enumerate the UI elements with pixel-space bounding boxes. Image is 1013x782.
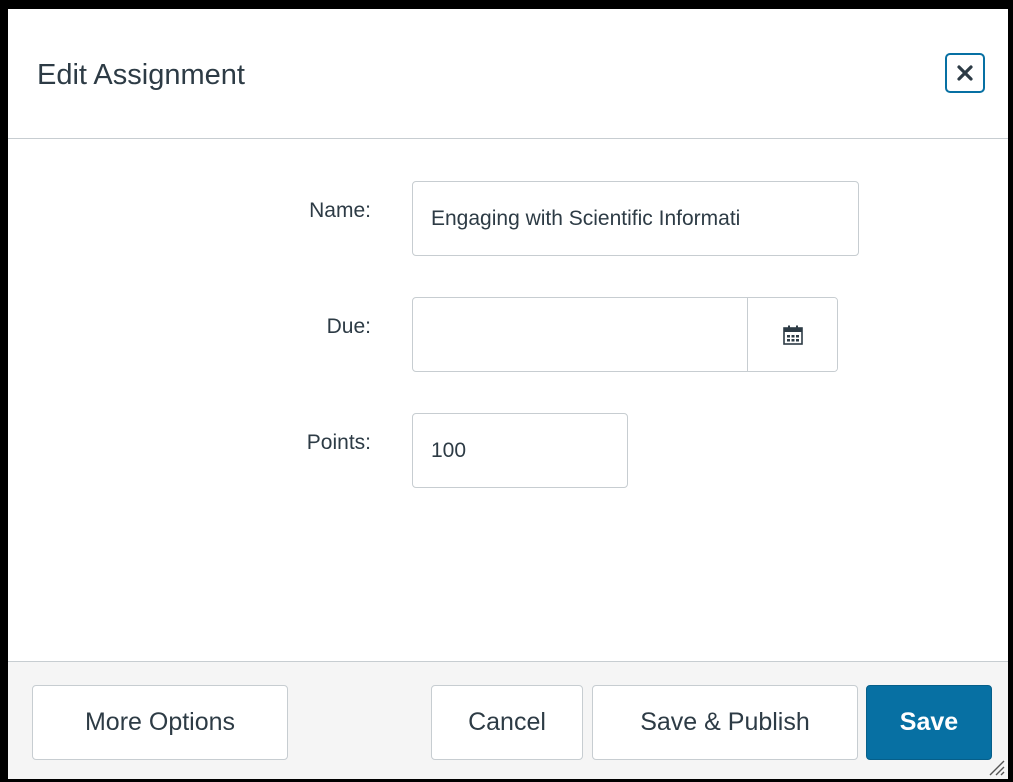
- name-input[interactable]: [412, 181, 859, 256]
- calendar-icon: [782, 325, 803, 345]
- points-input[interactable]: [412, 413, 628, 488]
- dialog-header: Edit Assignment: [8, 9, 1008, 139]
- resize-grip-icon[interactable]: [984, 755, 1006, 777]
- due-label: Due:: [326, 315, 371, 338]
- dialog-title: Edit Assignment: [37, 59, 245, 91]
- points-label: Points:: [306, 431, 371, 454]
- calendar-button[interactable]: [747, 298, 837, 371]
- cancel-button[interactable]: Cancel: [431, 685, 583, 760]
- close-button[interactable]: [945, 53, 985, 93]
- name-label: Name:: [309, 199, 371, 222]
- save-publish-button[interactable]: Save & Publish: [592, 685, 858, 760]
- edit-assignment-dialog: Edit Assignment Name: Due:: [8, 9, 1008, 779]
- browser-frame: Edit Assignment Name: Due:: [0, 0, 1013, 782]
- due-date-group: [412, 297, 838, 372]
- more-options-button[interactable]: More Options: [32, 685, 288, 760]
- save-button[interactable]: Save: [866, 685, 992, 760]
- close-x-icon: [957, 65, 973, 81]
- due-date-input[interactable]: [413, 298, 747, 371]
- dialog-footer: More Options Cancel Save & Publish Save: [8, 661, 1008, 779]
